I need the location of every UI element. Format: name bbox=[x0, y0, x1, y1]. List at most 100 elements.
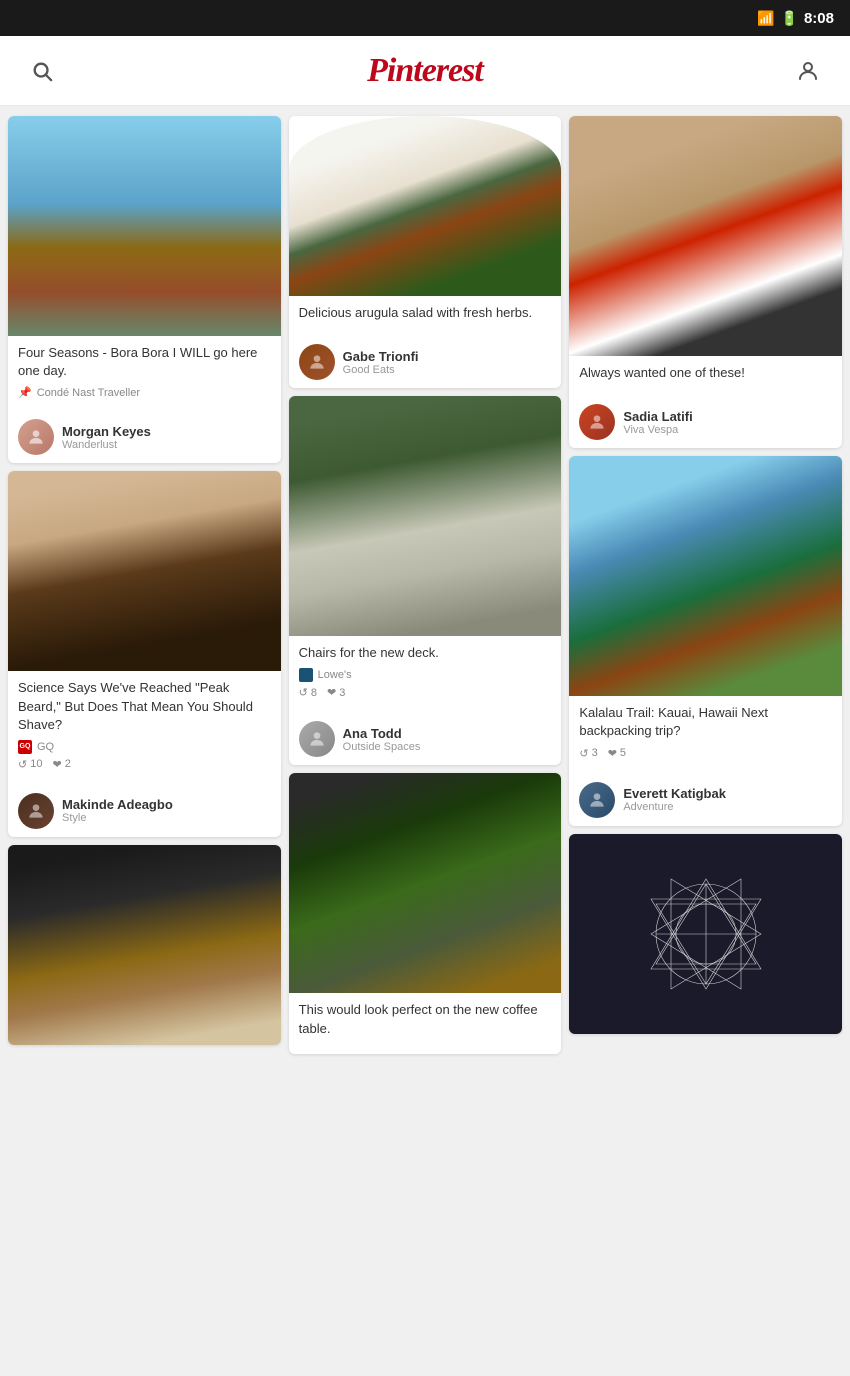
pin-card-kauai[interactable]: Kalalau Trail: Kauai, Hawaii Next backpa… bbox=[569, 456, 842, 825]
like-count-kauai: 5 bbox=[620, 747, 626, 759]
pin-user-salad: Gabe Trionfi Good Eats bbox=[289, 338, 562, 388]
pin-image-beard bbox=[8, 471, 281, 671]
pin-title-terrarium: This would look perfect on the new coffe… bbox=[299, 1001, 552, 1037]
avatar-morgan-keyes bbox=[18, 419, 54, 455]
pin-user-kauai: Everett Katigbak Adventure bbox=[569, 776, 842, 826]
repin-count-beard: 10 bbox=[30, 758, 42, 770]
avatar-gabe-trionfi bbox=[299, 344, 335, 380]
status-icons: 📶 🔋 8:08 bbox=[757, 10, 834, 27]
avatar-makinde-adeagbo bbox=[18, 793, 54, 829]
pin-content-kauai: Kalalau Trail: Kauai, Hawaii Next backpa… bbox=[569, 696, 842, 775]
pin-stats-kauai: ↺ 3 ❤ 5 bbox=[579, 747, 832, 760]
pin-title-vespa: Always wanted one of these! bbox=[579, 364, 832, 382]
repin-icon-kauai: ↺ bbox=[579, 747, 588, 760]
pin-source-beard: GQ GQ bbox=[18, 740, 271, 754]
pin-image-geometric bbox=[569, 834, 842, 1034]
pin-image-terrarium bbox=[289, 773, 562, 993]
location-icon: 📌 bbox=[18, 386, 32, 399]
user-name-everett-katigbak: Everett Katigbak bbox=[623, 786, 726, 801]
pin-image-furniture bbox=[8, 845, 281, 1045]
pin-title-kauai: Kalalau Trail: Kauai, Hawaii Next backpa… bbox=[579, 704, 832, 740]
pin-content-terrarium: This would look perfect on the new coffe… bbox=[289, 993, 562, 1053]
user-info-everett-katigbak: Everett Katigbak Adventure bbox=[623, 786, 726, 813]
repins-stat-kauai: ↺ 3 bbox=[579, 747, 597, 760]
pin-content-beard: Science Says We've Reached "Peak Beard,"… bbox=[8, 671, 281, 787]
user-board-ana-todd: Outside Spaces bbox=[343, 741, 421, 753]
right-column: Always wanted one of these! Sadia Latifi… bbox=[569, 116, 842, 1034]
pin-source-name-beard: GQ bbox=[37, 741, 54, 753]
pin-card-terrarium[interactable]: This would look perfect on the new coffe… bbox=[289, 773, 562, 1053]
user-name-makinde-adeagbo: Makinde Adeagbo bbox=[62, 797, 173, 812]
user-info-morgan-keyes: Morgan Keyes Wanderlust bbox=[62, 424, 151, 451]
pin-content-bora-bora: Four Seasons - Bora Bora I WILL go here … bbox=[8, 336, 281, 413]
pin-title-bora-bora: Four Seasons - Bora Bora I WILL go here … bbox=[18, 344, 271, 380]
pin-card-furniture[interactable] bbox=[8, 845, 281, 1045]
pin-image-salad bbox=[289, 116, 562, 296]
repin-icon-deck-chair: ↺ bbox=[299, 686, 308, 699]
user-name-gabe-trionfi: Gabe Trionfi bbox=[343, 349, 419, 364]
like-icon-kauai: ❤ bbox=[608, 747, 617, 760]
app-logo: Pinterest bbox=[367, 52, 483, 90]
repins-stat-deck-chair: ↺ 8 bbox=[299, 686, 317, 699]
left-column: Four Seasons - Bora Bora I WILL go here … bbox=[8, 116, 281, 1045]
gq-source-icon: GQ bbox=[18, 740, 32, 754]
battery-icon: 🔋 bbox=[781, 10, 798, 27]
pin-card-beard[interactable]: Science Says We've Reached "Peak Beard,"… bbox=[8, 471, 281, 837]
pin-content-deck-chair: Chairs for the new deck. Lowe's ↺ 8 ❤ 3 bbox=[289, 636, 562, 715]
pin-source-bora-bora: 📌 Condé Nast Traveller bbox=[18, 386, 271, 399]
pin-image-vespa bbox=[569, 116, 842, 356]
avatar-ana-todd bbox=[299, 721, 335, 757]
pin-stats-deck-chair: ↺ 8 ❤ 3 bbox=[299, 686, 552, 699]
repin-count-deck-chair: 8 bbox=[311, 687, 317, 699]
user-board-everett-katigbak: Adventure bbox=[623, 801, 726, 813]
likes-stat-kauai: ❤ 5 bbox=[608, 747, 626, 760]
user-name-ana-todd: Ana Todd bbox=[343, 726, 421, 741]
wifi-icon: 📶 bbox=[757, 10, 774, 27]
pin-title-deck-chair: Chairs for the new deck. bbox=[299, 644, 552, 662]
pin-image-kauai bbox=[569, 456, 842, 696]
avatar-sadia-latifi bbox=[579, 404, 615, 440]
avatar-everett-katigbak bbox=[579, 782, 615, 818]
pin-user-deck-chair: Ana Todd Outside Spaces bbox=[289, 715, 562, 765]
user-info-gabe-trionfi: Gabe Trionfi Good Eats bbox=[343, 349, 419, 376]
status-time: 8:08 bbox=[804, 10, 834, 27]
pin-user-vespa: Sadia Latifi Viva Vespa bbox=[569, 398, 842, 448]
pin-card-salad[interactable]: Delicious arugula salad with fresh herbs… bbox=[289, 116, 562, 388]
repin-count-kauai: 3 bbox=[592, 747, 598, 759]
likes-stat-beard: ❤ 2 bbox=[52, 758, 70, 771]
profile-button[interactable] bbox=[790, 53, 826, 89]
lowes-source-icon bbox=[299, 668, 313, 682]
pin-card-deck-chair[interactable]: Chairs for the new deck. Lowe's ↺ 8 ❤ 3 bbox=[289, 396, 562, 765]
like-icon-deck-chair: ❤ bbox=[327, 686, 336, 699]
user-info-ana-todd: Ana Todd Outside Spaces bbox=[343, 726, 421, 753]
likes-stat-deck-chair: ❤ 3 bbox=[327, 686, 345, 699]
user-info-sadia-latifi: Sadia Latifi Viva Vespa bbox=[623, 409, 692, 436]
geometric-svg bbox=[646, 874, 766, 994]
pin-image-deck-chair bbox=[289, 396, 562, 636]
like-icon: ❤ bbox=[52, 758, 61, 771]
pin-user-bora-bora: Morgan Keyes Wanderlust bbox=[8, 413, 281, 463]
like-count-beard: 2 bbox=[65, 758, 71, 770]
pin-card-vespa[interactable]: Always wanted one of these! Sadia Latifi… bbox=[569, 116, 842, 448]
like-count-deck-chair: 3 bbox=[339, 687, 345, 699]
pin-user-beard: Makinde Adeagbo Style bbox=[8, 787, 281, 837]
pin-title-beard: Science Says We've Reached "Peak Beard,"… bbox=[18, 679, 271, 734]
app-header: Pinterest bbox=[0, 36, 850, 106]
user-name-sadia-latifi: Sadia Latifi bbox=[623, 409, 692, 424]
user-board-morgan-keyes: Wanderlust bbox=[62, 439, 151, 451]
repins-stat-beard: ↺ 10 bbox=[18, 758, 42, 771]
pin-image-bora-bora bbox=[8, 116, 281, 336]
pin-card-bora-bora[interactable]: Four Seasons - Bora Bora I WILL go here … bbox=[8, 116, 281, 463]
user-board-sadia-latifi: Viva Vespa bbox=[623, 424, 692, 436]
status-bar: 📶 🔋 8:08 bbox=[0, 0, 850, 36]
pin-grid: Four Seasons - Bora Bora I WILL go here … bbox=[0, 106, 850, 1064]
search-button[interactable] bbox=[24, 53, 60, 89]
pin-stats-beard: ↺ 10 ❤ 2 bbox=[18, 758, 271, 771]
pin-source-name-deck-chair: Lowe's bbox=[318, 669, 352, 681]
pin-source-name-bora-bora: Condé Nast Traveller bbox=[37, 387, 140, 399]
pin-content-vespa: Always wanted one of these! bbox=[569, 356, 842, 398]
pin-source-deck-chair: Lowe's bbox=[299, 668, 552, 682]
pin-content-salad: Delicious arugula salad with fresh herbs… bbox=[289, 296, 562, 338]
pin-card-geometric[interactable] bbox=[569, 834, 842, 1034]
user-board-gabe-trionfi: Good Eats bbox=[343, 364, 419, 376]
